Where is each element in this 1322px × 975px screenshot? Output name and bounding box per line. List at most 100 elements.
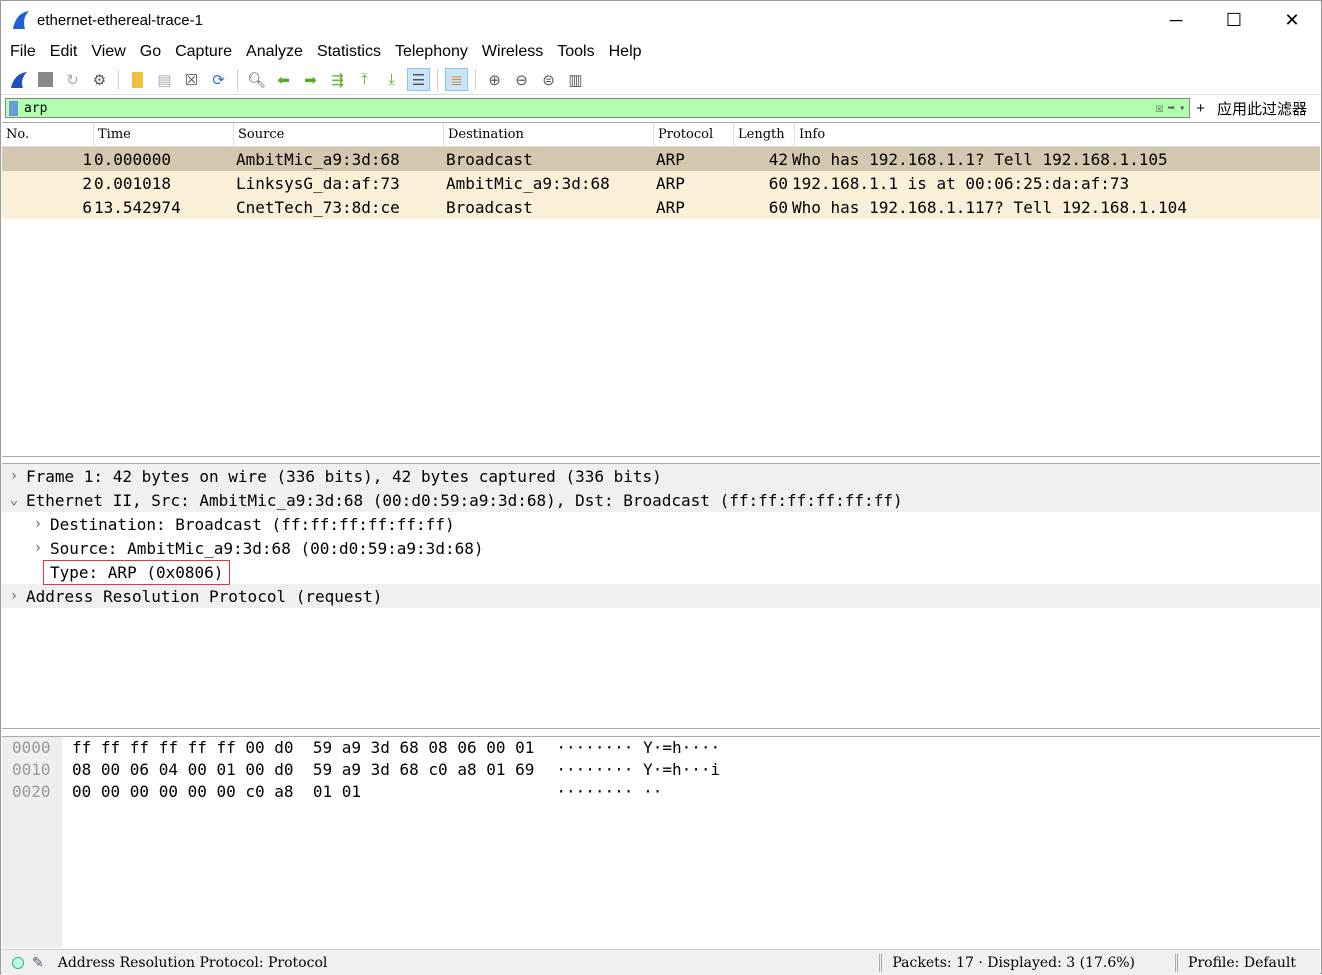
cell-protocol: ARP bbox=[656, 197, 685, 217]
menu-bar: File Edit View Go Capture Analyze Statis… bbox=[1, 39, 1321, 65]
col-destination[interactable]: Destination bbox=[444, 123, 654, 146]
menu-go[interactable]: Go bbox=[133, 43, 168, 61]
cell-no: 2 bbox=[82, 173, 92, 193]
detail-ethernet[interactable]: ⌄ Ethernet II, Src: AmbitMic_a9:3d:68 (00… bbox=[2, 488, 1320, 512]
ascii-line[interactable]: ········ ·· bbox=[556, 781, 720, 803]
menu-capture[interactable]: Capture bbox=[168, 43, 239, 61]
detail-frame[interactable]: › Frame 1: 42 bytes on wire (336 bits), 4… bbox=[2, 464, 1320, 488]
go-last-icon[interactable]: ⤓ bbox=[380, 68, 403, 91]
expand-arrow-icon[interactable]: › bbox=[26, 516, 50, 532]
resize-columns-icon[interactable]: ▥ bbox=[564, 68, 587, 91]
go-first-icon[interactable]: ⤒ bbox=[353, 68, 376, 91]
hex-line[interactable]: ff ff ff ff ff ff 00 d0 59 a9 3d 68 08 0… bbox=[72, 737, 534, 759]
cell-destination: Broadcast bbox=[446, 149, 533, 169]
offset: 0010 bbox=[12, 760, 51, 779]
packet-list: No. Time Source Destination Protocol Len… bbox=[2, 122, 1320, 457]
detail-source[interactable]: › Source: AmbitMic_a9:3d:68 (00:d0:59:a9:… bbox=[2, 536, 1320, 560]
menu-tools[interactable]: Tools bbox=[550, 43, 601, 61]
col-no[interactable]: No. bbox=[2, 123, 94, 146]
col-info[interactable]: Info bbox=[795, 123, 1320, 146]
save-file-icon[interactable]: ▤ bbox=[153, 68, 176, 91]
filter-dropdown-icon[interactable]: ▾ bbox=[1179, 103, 1185, 114]
colorize-icon[interactable]: ≣ bbox=[445, 68, 468, 91]
expand-arrow-icon[interactable]: › bbox=[26, 540, 50, 556]
expert-info-icon[interactable] bbox=[12, 956, 24, 969]
status-bar: ✎ Address Resolution Protocol: Protocol … bbox=[2, 949, 1320, 975]
menu-edit[interactable]: Edit bbox=[43, 43, 85, 61]
packet-row[interactable]: 6 13.542974 CnetTech_73:8d:ce Broadcast … bbox=[2, 195, 1320, 219]
zoom-out-icon[interactable]: ⊖ bbox=[510, 68, 533, 91]
restart-capture-icon[interactable]: ↻ bbox=[61, 68, 84, 91]
add-filter-button[interactable]: + bbox=[1196, 100, 1205, 117]
ascii-line[interactable]: ········ Y·=h···· bbox=[556, 737, 720, 759]
minimize-button[interactable]: ─ bbox=[1147, 10, 1205, 31]
zoom-normal-icon[interactable]: ⊜ bbox=[537, 68, 560, 91]
menu-help[interactable]: Help bbox=[602, 43, 649, 61]
bookmark-icon[interactable] bbox=[9, 100, 18, 116]
collapse-arrow-icon[interactable]: ⌄ bbox=[2, 492, 26, 508]
cell-time: 13.542974 bbox=[94, 197, 181, 217]
auto-scroll-icon[interactable]: ☰ bbox=[407, 68, 430, 91]
detail-text: Destination: Broadcast (ff:ff:ff:ff:ff:f… bbox=[50, 514, 455, 534]
display-filter-input[interactable]: arp ☒ ➡ ▾ bbox=[5, 98, 1191, 118]
packet-counts: Packets: 17 · Displayed: 3 (17.6%) bbox=[892, 954, 1136, 971]
cell-destination: Broadcast bbox=[446, 197, 533, 217]
packet-row[interactable]: 1 0.000000 AmbitMic_a9:3d:68 Broadcast A… bbox=[2, 147, 1320, 171]
cell-protocol: ARP bbox=[656, 149, 685, 169]
go-to-packet-icon[interactable]: ⇶ bbox=[326, 68, 349, 91]
detail-destination[interactable]: › Destination: Broadcast (ff:ff:ff:ff:ff:… bbox=[2, 512, 1320, 536]
packet-row[interactable]: 2 0.001018 LinksysG_da:af:73 AmbitMic_a9… bbox=[2, 171, 1320, 195]
filter-value[interactable]: arp bbox=[24, 101, 47, 116]
cell-length: 42 bbox=[768, 149, 788, 169]
window-title: ethernet-ethereal-trace-1 bbox=[37, 11, 203, 29]
start-capture-icon[interactable] bbox=[7, 68, 30, 91]
profile-label[interactable]: Profile: Default bbox=[1188, 955, 1296, 971]
stop-capture-icon[interactable] bbox=[34, 68, 57, 91]
expand-arrow-icon[interactable]: › bbox=[2, 468, 26, 484]
cell-source: LinksysG_da:af:73 bbox=[236, 173, 400, 193]
cell-length: 60 bbox=[768, 197, 788, 217]
main-toolbar: ↻ ⚙ ▤ ☒ ⟳ 🔍︎ ⬅ ➡ ⇶ ⤒ ⤓ ☰ ≣ ⊕ ⊖ ⊜ ▥ bbox=[1, 65, 1321, 95]
go-back-icon[interactable]: ⬅ bbox=[272, 68, 295, 91]
go-forward-icon[interactable]: ➡ bbox=[299, 68, 322, 91]
hex-line[interactable]: 00 00 00 00 00 00 c0 a8 01 01 bbox=[72, 781, 534, 803]
menu-telephony[interactable]: Telephony bbox=[388, 43, 475, 61]
open-file-icon[interactable] bbox=[126, 68, 149, 91]
packet-details: › Frame 1: 42 bytes on wire (336 bits), 4… bbox=[2, 463, 1320, 729]
menu-file[interactable]: File bbox=[3, 43, 43, 61]
expand-arrow-icon[interactable]: › bbox=[2, 588, 26, 604]
clear-filter-icon[interactable]: ☒ bbox=[1156, 101, 1164, 116]
hex-dump[interactable]: ff ff ff ff ff ff 00 d0 59 a9 3d 68 08 0… bbox=[62, 737, 534, 948]
apply-filter-button[interactable]: 应用此过滤器 bbox=[1217, 98, 1317, 119]
detail-text: Ethernet II, Src: AmbitMic_a9:3d:68 (00:… bbox=[26, 490, 903, 510]
col-protocol[interactable]: Protocol bbox=[654, 123, 734, 146]
close-button[interactable]: ✕ bbox=[1263, 10, 1321, 31]
col-source[interactable]: Source bbox=[234, 123, 444, 146]
close-file-icon[interactable]: ☒ bbox=[180, 68, 203, 91]
detail-arp[interactable]: › Address Resolution Protocol (request) bbox=[2, 584, 1320, 608]
offset: 0000 bbox=[12, 738, 51, 757]
menu-statistics[interactable]: Statistics bbox=[310, 43, 388, 61]
byte-offsets: 0000 0010 0020 bbox=[2, 737, 62, 948]
reload-file-icon[interactable]: ⟳ bbox=[207, 68, 230, 91]
menu-view[interactable]: View bbox=[84, 43, 132, 61]
packet-list-header: No. Time Source Destination Protocol Len… bbox=[2, 123, 1320, 147]
col-time[interactable]: Time bbox=[94, 123, 234, 146]
menu-analyze[interactable]: Analyze bbox=[239, 43, 310, 61]
status-field: Address Resolution Protocol: Protocol bbox=[57, 954, 328, 971]
ascii-dump[interactable]: ········ Y·=h···· ········ Y·=h···i ····… bbox=[534, 737, 720, 948]
cell-source: CnetTech_73:8d:ce bbox=[236, 197, 400, 217]
detail-text: Frame 1: 42 bytes on wire (336 bits), 42… bbox=[26, 466, 662, 486]
capture-comment-icon[interactable]: ✎ bbox=[32, 955, 44, 971]
maximize-button[interactable]: ☐ bbox=[1205, 10, 1263, 31]
col-length[interactable]: Length bbox=[734, 123, 795, 146]
find-packet-icon[interactable]: 🔍︎ bbox=[245, 68, 268, 91]
menu-wireless[interactable]: Wireless bbox=[475, 43, 550, 61]
ascii-line[interactable]: ········ Y·=h···i bbox=[556, 759, 720, 781]
detail-type[interactable]: Type: ARP (0x0806) bbox=[2, 559, 1320, 585]
cell-protocol: ARP bbox=[656, 173, 685, 193]
hex-line[interactable]: 08 00 06 04 00 01 00 d0 59 a9 3d 68 c0 a… bbox=[72, 759, 534, 781]
zoom-in-icon[interactable]: ⊕ bbox=[483, 68, 506, 91]
capture-options-icon[interactable]: ⚙ bbox=[88, 68, 111, 91]
apply-filter-arrow-icon[interactable]: ➡ bbox=[1167, 101, 1175, 116]
